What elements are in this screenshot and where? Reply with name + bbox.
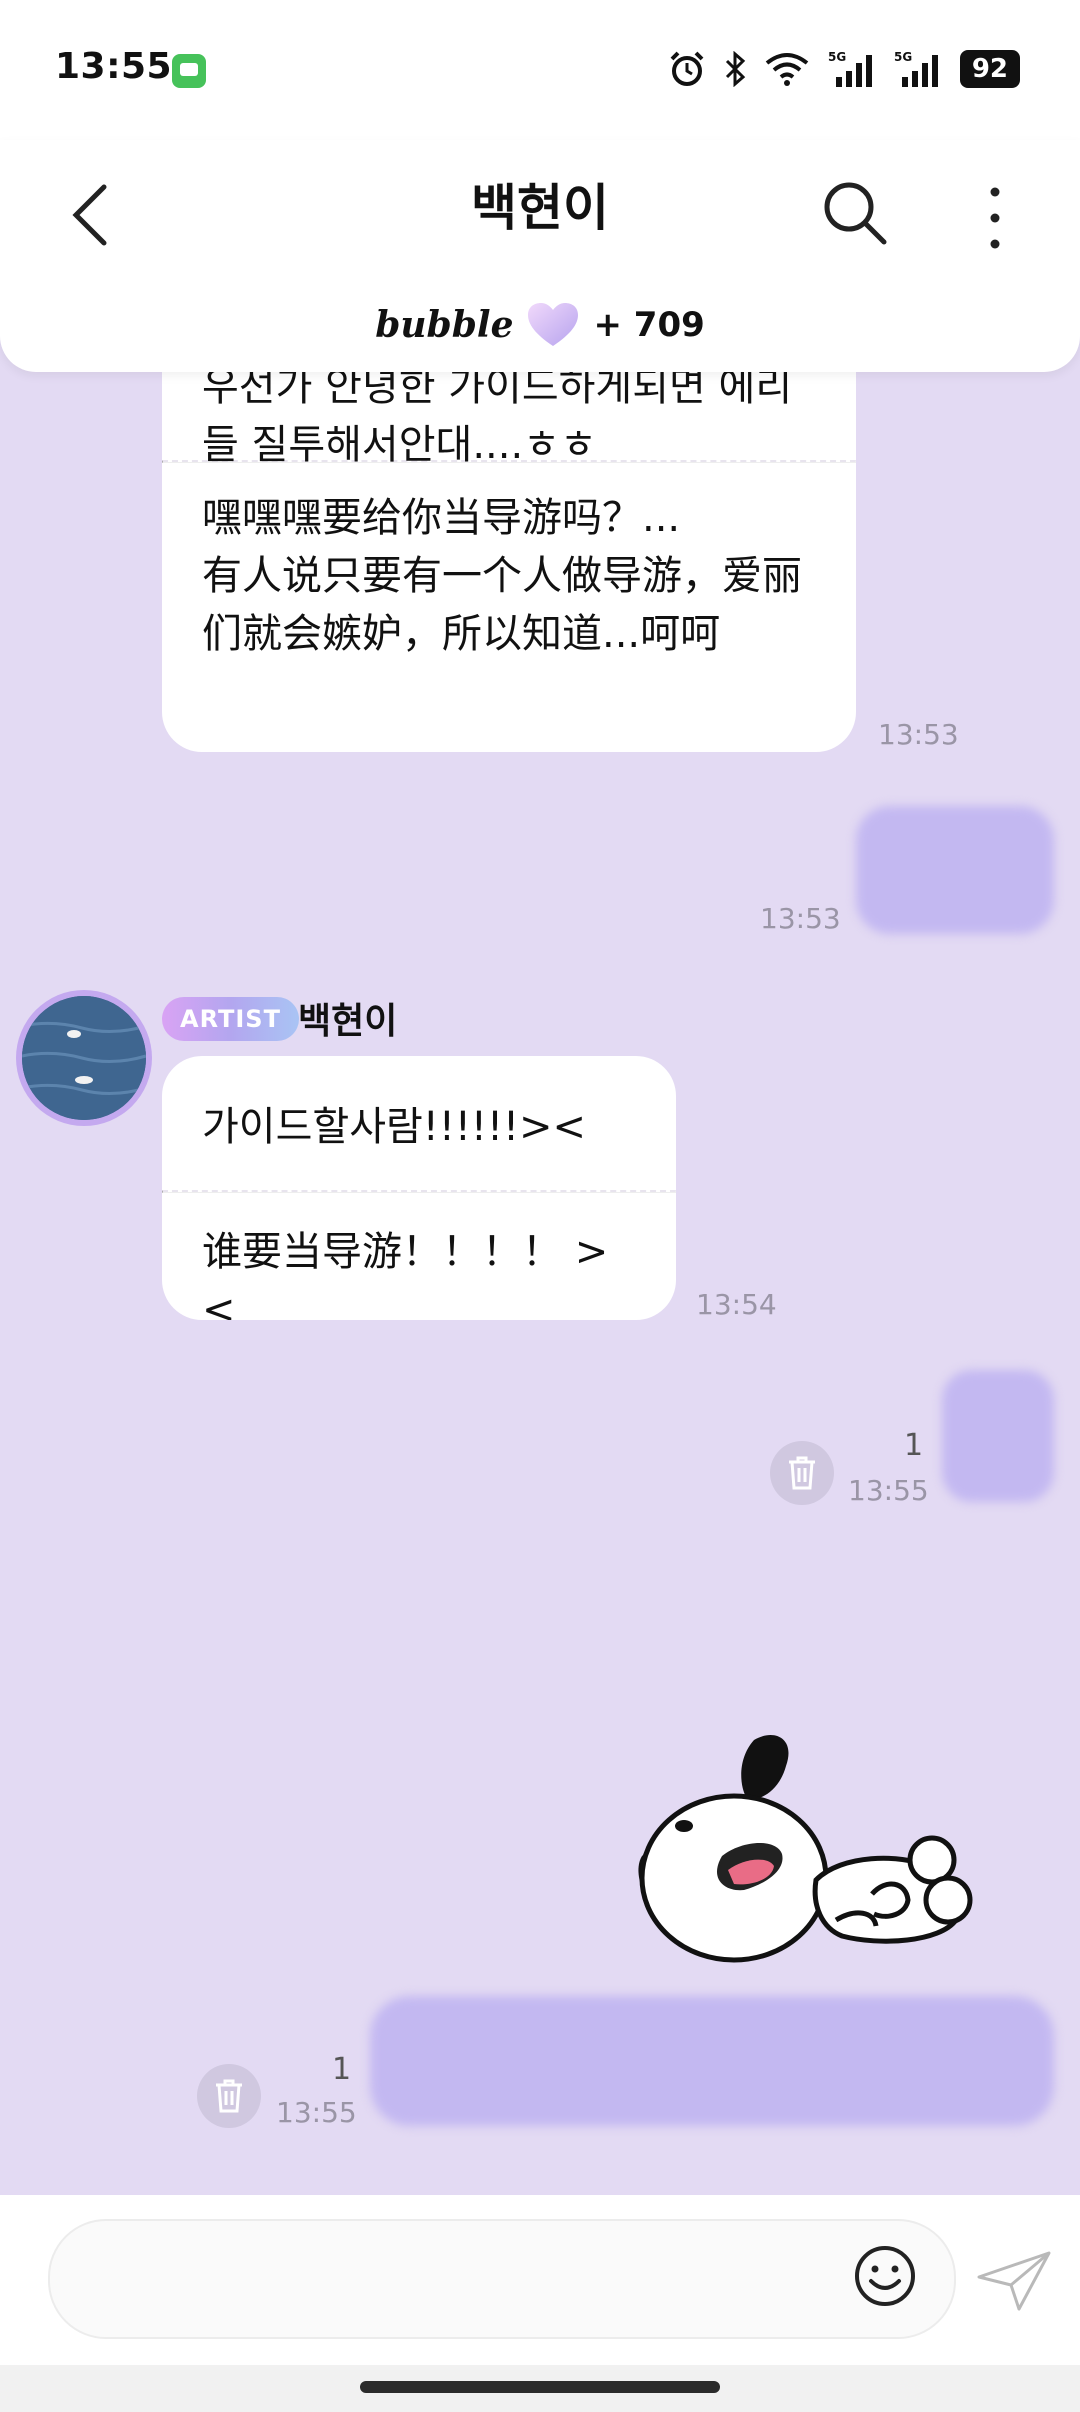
trash-icon (789, 1456, 815, 1490)
wifi-icon (764, 51, 810, 87)
status-time: 13:55 (55, 46, 173, 87)
bluetooth-icon (724, 51, 746, 87)
bubble-letter-counter: bubble + 709 (0, 300, 1080, 350)
signal-5g-icon-2: 5G (894, 49, 942, 89)
status-icons: 5G 5G 92 (668, 44, 1020, 94)
more-vertical-icon (990, 187, 1000, 249)
message-timestamp: 13:55 (848, 1474, 929, 1507)
home-indicator[interactable] (360, 2381, 720, 2393)
message-timestamp: 13:55 (276, 2096, 357, 2129)
unread-count: 1 (904, 1428, 924, 1463)
message-input[interactable] (48, 2219, 956, 2339)
bubble-logo: bubble (375, 304, 514, 346)
heart-icon (528, 303, 579, 346)
message-text-translation: 谁要当导游！！！！ >< (202, 1229, 609, 1320)
message-timestamp: 13:53 (878, 718, 959, 751)
artist-badge: ARTIST (162, 997, 299, 1041)
paper-plane-icon (977, 2251, 1051, 2311)
bubble-count: + 709 (593, 305, 705, 345)
artist-message-bubble[interactable]: 가이드할사람!!!!!!>< 谁要当导游！！！！ >< (162, 1056, 676, 1320)
battery-indicator: 92 (959, 50, 1020, 88)
chat-header: 백현이 bubble + 709 (0, 140, 1080, 372)
send-button[interactable] (975, 2247, 1055, 2313)
delete-message-button[interactable] (197, 2064, 261, 2128)
delete-message-button[interactable] (770, 1441, 834, 1505)
message-text-korean: 가이드할사람!!!!!!>< (202, 1104, 587, 1150)
signal-5g-icon-1: 5G (828, 49, 876, 89)
navigation-bar (0, 2365, 1080, 2412)
svg-text:5G: 5G (894, 50, 912, 64)
artist-avatar[interactable] (16, 990, 152, 1126)
more-options-button[interactable] (970, 178, 1020, 258)
message-timestamp: 13:54 (696, 1288, 777, 1321)
unread-count: 1 (332, 2052, 352, 2087)
my-message-bubble-blurred[interactable] (370, 1996, 1054, 2126)
message-text-translation: 嘿嘿嘿要给你当导游吗？... 有人说只要有一个人做导游，爱丽们就会嫉妒，所以知道… (202, 495, 802, 657)
sticker-image[interactable] (636, 1730, 982, 1970)
chat-title: 백현이 (471, 179, 609, 237)
message-timestamp: 13:53 (760, 902, 841, 935)
search-icon (824, 182, 887, 245)
emoji-icon (855, 2246, 915, 2306)
my-message-bubble-blurred[interactable] (942, 1370, 1054, 1502)
sender-name: 백현이 (298, 1001, 398, 1042)
my-message-bubble-blurred[interactable] (856, 806, 1054, 934)
message-input-bar (0, 2195, 1080, 2365)
trash-icon (216, 2079, 242, 2113)
artist-message-bubble[interactable]: 우선가 안녕한 가이드하게되면 에리들 질투해서안대....ㅎㅎ 嘿嘿嘿要给你当… (162, 330, 856, 752)
alarm-icon (668, 50, 706, 88)
emoji-button[interactable] (852, 2243, 918, 2309)
avatar-image (22, 996, 146, 1120)
svg-text:5G: 5G (828, 50, 846, 64)
search-button[interactable] (820, 178, 890, 248)
messages-notification-icon (172, 54, 206, 88)
status-bar: 13:55 5G 5G 92 (0, 0, 1080, 140)
